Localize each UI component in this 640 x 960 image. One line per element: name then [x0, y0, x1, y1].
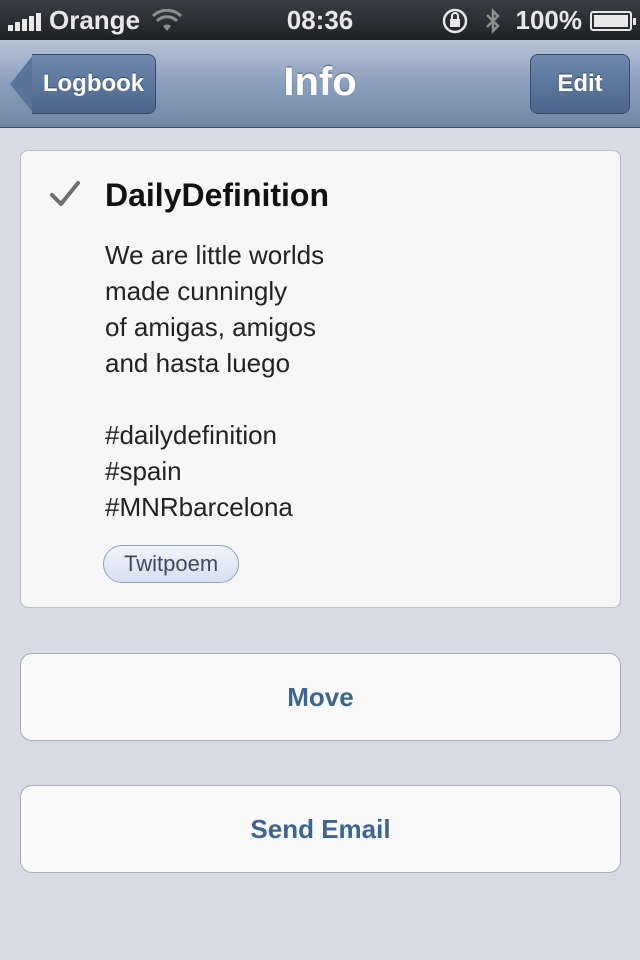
rotation-lock-icon — [442, 8, 467, 33]
entry-body: We are little worlds made cunningly of a… — [105, 237, 324, 525]
entry-line: #dailydefinition — [105, 420, 278, 450]
edit-button[interactable]: Edit — [530, 54, 630, 114]
battery-icon — [590, 10, 636, 31]
bluetooth-icon — [485, 7, 500, 34]
entry-line — [105, 381, 324, 417]
tag-chip[interactable]: Twitpoem — [103, 545, 240, 583]
entry-card: DailyDefinition We are little worlds mad… — [20, 150, 621, 608]
checkmark-icon[interactable] — [49, 179, 81, 209]
entry-line: of amigas, amigos — [105, 312, 316, 342]
send-email-button[interactable]: Send Email — [20, 785, 621, 873]
status-bar: Orange 08:36 100% — [0, 0, 640, 40]
entry-title: DailyDefinition — [105, 177, 330, 213]
entry-line: and hasta luego — [105, 348, 291, 378]
status-right: 100% — [440, 5, 636, 36]
entry-line: made cunningly — [105, 276, 288, 306]
navigation-bar: Logbook Info Edit — [0, 40, 640, 128]
entry-line: We are little worlds — [105, 240, 325, 270]
entry-line: #spain — [105, 456, 182, 486]
entry-line: #MNRbarcelona — [105, 492, 293, 522]
battery-percent: 100% — [515, 5, 583, 35]
move-button[interactable]: Move — [20, 653, 621, 741]
